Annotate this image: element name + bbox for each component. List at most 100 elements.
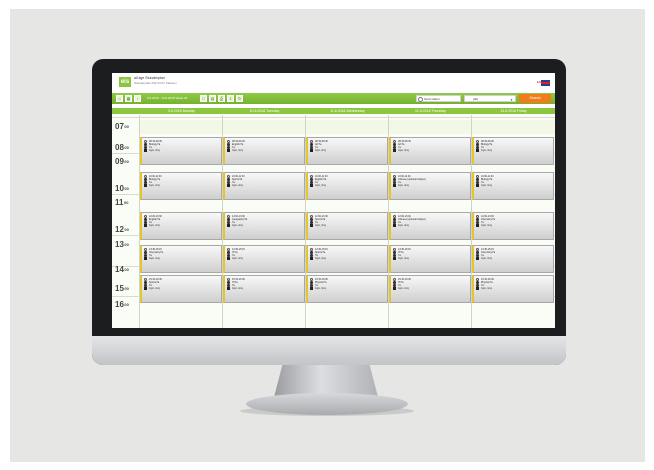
day-column-header[interactable]: 12.6.2016 Thursday (389, 108, 472, 114)
app-header: eis all age Stundenplan Stundenplan KW 2… (112, 73, 555, 91)
view-week-button[interactable]: ▤ (209, 95, 216, 102)
lesson-card[interactable]: 10:00-11:30 English/7a 7a Gym, Gmj (306, 172, 388, 200)
search-button[interactable]: Search (519, 94, 551, 103)
day-column-header[interactable]: 13.6.2016 Friday (472, 108, 555, 114)
lesson-card[interactable]: 12:00-13:30 English/7a 7a Gym, Gmj (140, 212, 222, 240)
hour-label: 1100 (115, 199, 128, 207)
hour-label: 0800 (115, 144, 129, 152)
hour-label-hours: 16 (115, 300, 124, 309)
uk-flag-icon[interactable] (541, 80, 550, 86)
lesson-card[interactable]: 08:15-09:45 English/7a 7a Gym, Gmj (223, 137, 305, 165)
lesson-card[interactable]: 13:45-15:15 IT/7a 7a Gym, Gmj (389, 245, 471, 273)
room-icon (144, 149, 147, 152)
screen: eis all age Stundenplan Stundenplan KW 2… (112, 73, 555, 328)
lesson-room: Gym, Gmj (149, 184, 160, 187)
lesson-subject: Chinese (optional subject) (398, 178, 426, 181)
hour-label-hours: 10 (115, 184, 124, 193)
filter-select-value: (all) (473, 97, 478, 101)
brand-subtitle: Stundenplan KW 24 für Klassen (134, 81, 177, 85)
hour-label-hours: 15 (115, 284, 124, 293)
lesson-room: Gym, Gmj (232, 149, 243, 152)
hour-label-minutes: 00 (124, 124, 129, 129)
lesson-room: Gym, Gmj (398, 184, 409, 187)
hour-label: 1000 (115, 185, 129, 193)
room-icon (310, 287, 313, 290)
lesson-card[interactable]: 15:15-16:45 Physics/7a 7a Gym, Gmj (306, 275, 388, 303)
lesson-room: Gym, Gmj (315, 149, 326, 152)
lesson-card[interactable]: 15:15-16:45 Physics/7a 7a Gym, Gmj (472, 275, 554, 303)
day-column-header[interactable]: 10.6.2016 Tuesday (223, 108, 306, 114)
hour-label-hours: 13 (115, 240, 124, 249)
day-header: 9.6.2016 Monday 10.6.2016 Tuesday 11.6.201… (112, 108, 555, 114)
hour-label: 1400 (115, 266, 129, 274)
lesson-room: Gym, Gmj (398, 287, 409, 290)
view-day-button[interactable]: □ (200, 95, 207, 102)
lesson-room: Gym, Gmj (315, 224, 326, 227)
hour-label-hours: 11 (115, 198, 124, 207)
lesson-card[interactable]: 08:15-09:45 Biology/7a 7a Gym, Gmj (140, 137, 222, 165)
room-icon (393, 287, 396, 290)
lesson-card[interactable]: 12:00-13:30 Chinese (optional subject) 7a G… (389, 212, 471, 240)
lesson-card[interactable]: 13:45-15:15 Chemistry/7a 7a Gym, Gmj (140, 245, 222, 273)
room-icon (227, 224, 230, 227)
export-button[interactable]: ⇩ (227, 95, 234, 102)
lesson-room: Gym, Gmj (232, 287, 243, 290)
lesson-room: Gym, Gmj (315, 184, 326, 187)
brand-title: all age Stundenplan (134, 76, 165, 80)
hour-label: 0700 (115, 123, 129, 131)
lesson-card[interactable]: 12:00-13:30 Geography/7a 7a Gym, Gmj (223, 212, 305, 240)
day-column-header[interactable]: 9.6.2016 Monday (140, 108, 223, 114)
toolbar: ⌂ ▦ ‹ 9.6.2016 - 13.6.2016 Week 23 □ ▤ ⎙… (112, 93, 555, 104)
lesson-card[interactable]: 13:45-15:15 Sports/7a 7a Gym, Gmj (306, 245, 388, 273)
lesson-card[interactable]: 10:00-11:30 Sports/7a 7a Gym, Gmj (223, 172, 305, 200)
filter-select[interactable]: (all) ▼ (464, 95, 516, 102)
room-icon (476, 184, 479, 187)
lesson-card[interactable]: 15:15-16:45 Sports/7a 7a Gym, Gmj (140, 275, 222, 303)
search-icon (418, 97, 423, 102)
lesson-card[interactable]: 10:00-11:30 Biology/7a 7a Gym, Gmj (140, 172, 222, 200)
lesson-room: Gym, Gmj (481, 287, 492, 290)
hour-label-hours: 07 (115, 122, 124, 131)
room-icon (144, 257, 147, 260)
room-icon (227, 149, 230, 152)
lesson-room: Gym, Gmj (481, 184, 492, 187)
lesson-card[interactable]: 10:00-11:30 Chinese (optional subject) 7a G… (389, 172, 471, 200)
lesson-room: Gym, Gmj (398, 257, 409, 260)
lesson-room: Gym, Gmj (232, 184, 243, 187)
lesson-room: Gym, Gmj (149, 149, 160, 152)
lesson-card[interactable]: 08:15-09:45 Art/7a 7a Gym, Gmj (389, 137, 471, 165)
lesson-card[interactable]: 15:15-16:45 IT/7a 7a Gym, Gmj (223, 275, 305, 303)
hour-label-hours: 09 (115, 157, 124, 166)
hour-label-minutes: 00 (124, 186, 129, 191)
print-button[interactable]: ⎙ (218, 95, 225, 102)
hour-label: 1500 (115, 285, 129, 293)
lesson-card[interactable]: 12:00-13:30 Sports/7a 7a Gym, Gmj (306, 212, 388, 240)
lesson-room: Gym, Gmj (398, 149, 409, 152)
lesson-card[interactable]: 08:15-09:45 Biology/7a 7a Gym, Gmj (472, 137, 554, 165)
hour-label: 1300 (115, 241, 129, 249)
room-icon (393, 184, 396, 187)
room-icon (310, 149, 313, 152)
lesson-card[interactable]: 15:15-16:45 IT/7a 7a Gym, Gmj (389, 275, 471, 303)
lesson-card[interactable]: 10:00-11:30 Biology/7a 7a Gym, Gmj (472, 172, 554, 200)
room-icon (310, 257, 313, 260)
room-icon (393, 224, 396, 227)
room-icon (476, 224, 479, 227)
prev-week-button[interactable]: ‹ (134, 95, 141, 102)
room-icon (310, 184, 313, 187)
lesson-room: Gym, Gmj (149, 287, 160, 290)
refresh-button[interactable]: ↻ (236, 95, 243, 102)
app-logo[interactable]: eis (119, 77, 131, 87)
room-icon (310, 224, 313, 227)
day-column-header[interactable]: 11.6.2016 Wednesday (306, 108, 389, 114)
room-icon (476, 257, 479, 260)
first-hour-row (140, 120, 555, 134)
lesson-card[interactable]: 08:15-09:45 Art/7a 7a Gym, Gmj (306, 137, 388, 165)
lesson-card[interactable]: 12:00-13:30 Chemistry/7a 7a Gym, Gmj (472, 212, 554, 240)
lesson-card[interactable]: 13:45-15:15 Chemistry/7a 7a Gym, Gmj (472, 245, 554, 273)
calendar-button[interactable]: ▦ (125, 95, 132, 102)
lesson-card[interactable]: 13:45-15:15 IT/7a 7a Gym, Gmj (223, 245, 305, 273)
hour-label: 1200 (115, 226, 129, 234)
hour-label-minutes: 00 (123, 200, 129, 205)
home-button[interactable]: ⌂ (116, 95, 123, 102)
